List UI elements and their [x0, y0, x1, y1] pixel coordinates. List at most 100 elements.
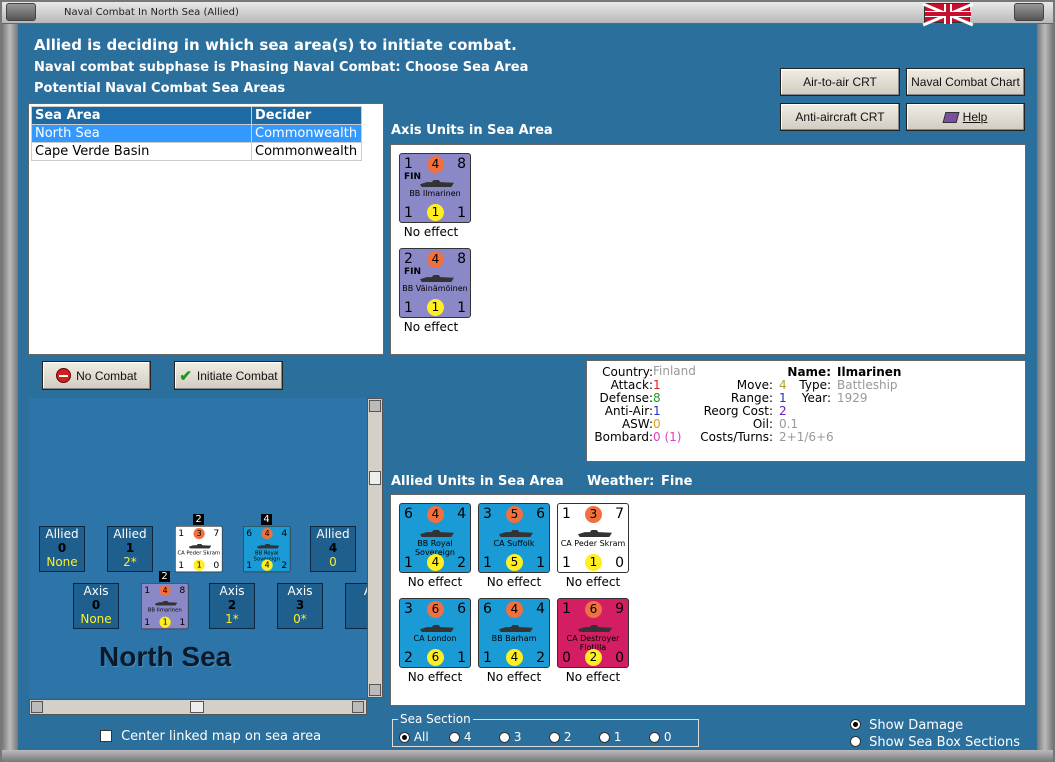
defense-circle: 4 [427, 554, 444, 571]
unit-top-right: 8 [179, 584, 186, 596]
scroll-left-arrow[interactable] [31, 701, 43, 713]
unit-bottom-right: 2 [281, 560, 288, 571]
sea-section-option[interactable]: 1 [599, 730, 621, 744]
unit-effect: No effect [403, 320, 459, 334]
axis-units-panel: 1 4 8 FIN BB Ilmarinen 1 1 1 No effect 2 4 8 FIN BB V… [390, 144, 1026, 355]
radio[interactable] [549, 732, 560, 743]
hscroll-thumb[interactable] [190, 701, 204, 713]
allied-sea-box[interactable]: Allied 0 None [39, 526, 85, 572]
unit-top-left: 1 [562, 506, 571, 522]
help-button[interactable]: Help [906, 103, 1025, 131]
window-title: Naval Combat In North Sea (Allied) [64, 7, 239, 18]
axis-sea-box[interactable]: Axis 3 0* [277, 583, 323, 629]
sea-section-option[interactable]: All [399, 730, 429, 744]
allied-units-panel: 6 4 4 BB Royal Sovereign 1 4 2 No effect 3 5 6 CA S… [390, 494, 1026, 706]
axis-sea-box[interactable]: A [345, 583, 367, 629]
axis-sea-box[interactable]: Axis 2 1* [209, 583, 255, 629]
checkbox[interactable] [100, 729, 112, 742]
col-sea-area: Sea Area [31, 106, 252, 125]
scroll-up-arrow[interactable] [369, 400, 381, 412]
unit-bottom-left: 1 [144, 617, 151, 628]
unit-top-right: 9 [615, 601, 624, 617]
attack-circle: 6 [585, 601, 602, 618]
defense-circle: 2 [585, 649, 602, 666]
stack-count-badge: 2 [159, 571, 170, 582]
table-row[interactable]: Cape Verde Basin Commonwealth [31, 142, 362, 161]
scroll-right-arrow[interactable] [352, 701, 364, 713]
unit-nation: FIN [404, 267, 422, 277]
unit-counter[interactable]: 3 6 6 CA London 2 6 1 [399, 598, 471, 668]
unit-name: BB Ilmarinen [409, 189, 461, 198]
range-value: 1 [779, 391, 787, 405]
unit-top-right: 4 [536, 601, 545, 617]
defense-label: Defense: [599, 391, 653, 405]
unit-top-left: 6 [246, 527, 253, 539]
allied-sea-box[interactable]: Allied 1 2* [107, 526, 153, 572]
unit-top-right: 6 [457, 601, 466, 617]
ship-icon [578, 530, 612, 537]
radio[interactable] [399, 732, 410, 743]
type-label: Type: [799, 378, 831, 392]
sea-section-option[interactable]: 0 [649, 730, 671, 744]
unit-counter[interactable]: 2 4 8 FIN BB Väinämöinen 1 1 1 [399, 248, 471, 318]
window-menu-icon[interactable] [6, 3, 36, 21]
unit-counter[interactable]: 6 4 4 BB Barham 1 4 2 [478, 598, 550, 668]
sea-section-option[interactable]: 2 [549, 730, 571, 744]
initiate-combat-button[interactable]: ✔ Initiate Combat [174, 361, 283, 390]
defense-circle: 1 [159, 616, 171, 628]
axis-units-heading: Axis Units in Sea Area [391, 123, 553, 138]
unit-counter[interactable]: 1 4 8 FIN BB Ilmarinen 1 1 1 [399, 153, 471, 223]
unit-top-left: 1 [144, 584, 151, 596]
antiair-label: Anti-Air: [604, 404, 653, 418]
box-label: Allied [113, 527, 147, 541]
show-sea-box-option[interactable]: Show Sea Box Sections [850, 731, 1020, 750]
country-label: Country: [602, 365, 653, 379]
unit-name: CA Suffolk [493, 539, 535, 548]
allied-sea-box[interactable]: Allied 4 0 [310, 526, 356, 572]
table-row[interactable]: North Sea Commonwealth [31, 124, 362, 143]
naval-combat-chart-button[interactable]: Naval Combat Chart [906, 68, 1025, 96]
radio[interactable] [850, 719, 861, 730]
unit-counter[interactable]: 1 3 7 CA Peder Skram 1 1 0 [557, 503, 629, 573]
naval-combat-window: Naval Combat In North Sea (Allied) Allie… [0, 0, 1055, 762]
unit-counter[interactable]: 6 4 4 BB Royal Sovereign 1 4 2 [243, 526, 291, 573]
radio[interactable] [599, 732, 610, 743]
radio[interactable] [850, 736, 861, 747]
unit-effect: No effect [486, 575, 542, 589]
option-label: 1 [613, 730, 622, 744]
unit-top-left: 3 [404, 601, 413, 617]
unit-counter[interactable]: 1 6 9 CA Destroyer Flotilla 0 2 0 [557, 598, 629, 668]
air-to-air-crt-button[interactable]: Air-to-air CRT [780, 68, 900, 96]
unit-counter[interactable]: 1 3 7 CA Peder Skram 1 1 0 [175, 526, 223, 573]
unit-counter[interactable]: 1 4 8 BB Ilmarinen 1 1 1 [141, 583, 189, 630]
anti-aircraft-crt-button[interactable]: Anti-aircraft CRT [780, 103, 900, 131]
map-horizontal-scrollbar[interactable] [29, 699, 367, 715]
asw-label: ASW: [621, 417, 653, 431]
box-label: Axis [83, 584, 109, 598]
unit-bottom-left: 0 [562, 650, 571, 666]
center-map-checkbox[interactable]: Center linked map on sea area [100, 725, 321, 744]
no-combat-button[interactable]: No Combat [42, 361, 151, 390]
map-vertical-scrollbar[interactable] [367, 398, 383, 698]
defense-circle: 1 [427, 299, 444, 316]
help-label: Help [962, 110, 988, 124]
sea-section-option[interactable]: 4 [449, 730, 471, 744]
close-icon[interactable] [1014, 3, 1044, 21]
axis-sea-box[interactable]: Axis 0 None [73, 583, 119, 629]
radio[interactable] [499, 732, 510, 743]
scroll-down-arrow[interactable] [369, 684, 381, 696]
scroll-thumb[interactable] [369, 471, 381, 485]
defense-circle: 1 [193, 559, 205, 571]
sea-area-map[interactable]: Allied 0 None Allied 1 2* Allied 4 0 Axis 0 None Axi… [29, 398, 367, 698]
unit-effect: No effect [565, 575, 621, 589]
sea-section-option[interactable]: 3 [499, 730, 521, 744]
unit-counter[interactable]: 3 5 6 CA Suffolk 1 5 1 [478, 503, 550, 573]
country-value: Finland [653, 364, 696, 378]
unit-counter[interactable]: 6 4 4 BB Royal Sovereign 1 4 2 [399, 503, 471, 573]
radio[interactable] [449, 732, 460, 743]
unit-effect: No effect [565, 670, 621, 684]
box-num: 2 [227, 598, 237, 612]
box-sub: 0* [293, 612, 307, 626]
radio[interactable] [649, 732, 660, 743]
table-header-row: Sea Area Decider [31, 106, 362, 125]
